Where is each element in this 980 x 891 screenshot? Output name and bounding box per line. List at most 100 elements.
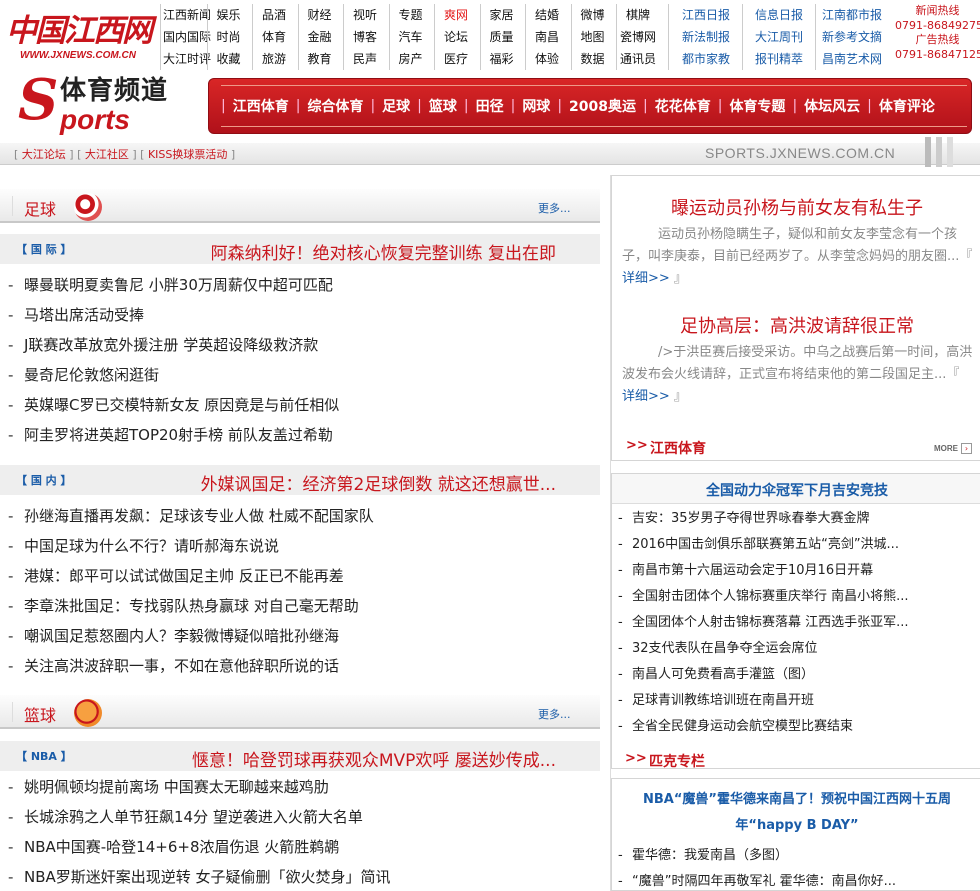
newspaper-link[interactable]: 江西日报 (671, 8, 741, 22)
newspaper-link[interactable]: 新法制报 (671, 30, 741, 44)
news-link[interactable]: NBA中国赛-哈登14+6+8浓眉伤退 火箭胜鹈鹕 (24, 838, 339, 856)
news-link[interactable]: 吉安：35岁男子夺得世界咏春拳大赛金牌 (632, 511, 870, 526)
domestic-football-headline[interactable]: 外媒讽国足：经济第2足球倒数 就这还想赢世... (201, 470, 556, 495)
nav-link[interactable]: 体验 (527, 52, 567, 66)
nav-link[interactable]: 教育 (300, 52, 340, 66)
nav-link[interactable]: 娱乐 (209, 8, 249, 22)
nav-link[interactable]: 品酒 (254, 8, 294, 22)
news-link[interactable]: 霍华德：我爱南昌（多图） (632, 848, 788, 863)
news-link[interactable]: 曝曼联明夏卖鲁尼 小胖30万周薪仅中超可匹配 (24, 276, 333, 294)
jiangxi-sports-more[interactable]: MORE (934, 444, 958, 453)
channel-menu-item[interactable]: 田径 (469, 96, 511, 116)
news-link[interactable]: 全国射击团体个人锦标赛重庆举行 南昌小将熊... (632, 589, 909, 604)
nav-link[interactable]: 微博 (573, 8, 613, 22)
news-link[interactable]: 南昌市第十六届运动会定于10月16日开幕 (632, 563, 873, 578)
nav-link[interactable]: 收藏 (209, 52, 249, 66)
jiangxi-sports-title[interactable]: 江西体育 (650, 438, 706, 458)
nav-link[interactable]: 体育 (254, 30, 294, 44)
peak-column-title[interactable]: 匹克专栏 (649, 751, 705, 771)
feature-story-2-title[interactable]: 足协高层：高洪波请辞很正常 (612, 312, 980, 338)
feature-story-2-detail-link[interactable]: 详细>> (622, 389, 670, 404)
nav-link[interactable]: 质量 (482, 30, 522, 44)
intl-tag[interactable]: 【 国 际 】 (16, 241, 72, 257)
nav-link[interactable]: 瓷博网 (618, 30, 658, 44)
news-link[interactable]: “魔兽”时隔四年再敬军礼 霍华德：南昌你好... (632, 874, 896, 889)
nav-link[interactable]: 福彩 (482, 52, 522, 66)
news-link[interactable]: NBA罗斯迷奸案出现逆转 女子疑偷删「欲火焚身」简讯 (24, 868, 391, 886)
football-section-title[interactable]: 足球 (24, 196, 56, 220)
newspaper-link[interactable]: 江南都市报 (817, 8, 887, 22)
nav-link[interactable]: 棋牌 (618, 8, 658, 22)
news-link[interactable]: 嘲讽国足惹怒圈内人？李毅微博疑似暗批孙继海 (24, 627, 339, 645)
nav-link[interactable]: 地图 (573, 30, 613, 44)
nav-link[interactable]: 国内国际 (163, 30, 211, 44)
sports-channel-logo[interactable]: S 体育频道 ports (18, 70, 198, 138)
nav-link[interactable]: 金融 (300, 30, 340, 44)
news-link[interactable]: J联赛改革放宽外援注册 学英超设降级救济款 (24, 336, 318, 354)
channel-menu-item[interactable]: 综合体育 (300, 96, 370, 116)
link-dajiang-forum[interactable]: 大江论坛 (22, 148, 66, 161)
news-link[interactable]: 港媒：郎平可以试试做国足主帅 反正已不能再差 (24, 567, 344, 585)
jiangxi-sports-lead[interactable]: 全国动力伞冠军下月吉安竞技 (612, 480, 980, 500)
news-link[interactable]: 南昌人可免费看高手灌篮（图） (632, 667, 814, 682)
nav-link[interactable]: 大江时评 (163, 52, 211, 66)
feature-story-1-detail-link[interactable]: 详细>> (622, 271, 670, 286)
news-link[interactable]: 马塔出席活动受捧 (24, 306, 144, 324)
feature-story-1-title[interactable]: 曝运动员孙杨与前女友有私生子 (612, 194, 980, 220)
news-link[interactable]: 姚明佩顿均提前离场 中国赛太无聊越来越鸡肋 (24, 778, 329, 796)
nav-link[interactable]: 医疗 (436, 52, 476, 66)
news-link[interactable]: 阿圭罗将进英超TOP20射手榜 前队友盖过希勒 (24, 426, 333, 444)
nav-link[interactable]: 民声 (345, 52, 385, 66)
nav-link[interactable]: 数据 (573, 52, 613, 66)
nav-link[interactable]: 视听 (345, 8, 385, 22)
nav-link[interactable]: 南昌 (527, 30, 567, 44)
nav-link[interactable]: 通讯员 (618, 52, 658, 66)
nav-link[interactable]: 爽网 (436, 8, 476, 22)
newspaper-link[interactable]: 大江周刊 (744, 30, 814, 44)
news-link[interactable]: 英媒曝C罗已交模特新女友 原因竟是与前任相似 (24, 396, 339, 414)
basketball-section-title[interactable]: 篮球 (24, 702, 56, 726)
channel-menu-item[interactable]: 2008奥运 (562, 96, 643, 116)
nav-link[interactable]: 时尚 (209, 30, 249, 44)
nav-link[interactable]: 江西新闻 (163, 8, 211, 22)
nav-link[interactable]: 房产 (391, 52, 431, 66)
nav-link[interactable]: 论坛 (436, 30, 476, 44)
nav-link[interactable]: 旅游 (254, 52, 294, 66)
newspaper-link[interactable]: 报刊精萃 (744, 52, 814, 66)
nav-link[interactable]: 财经 (300, 8, 340, 22)
channel-menu-item[interactable]: 足球 (375, 96, 417, 116)
news-link[interactable]: 李章洙批国足：专找弱队热身赢球 对自己毫无帮助 (24, 597, 359, 615)
channel-menu-item[interactable]: 花花体育 (648, 96, 718, 116)
nav-link[interactable]: 汽车 (391, 30, 431, 44)
nav-link[interactable]: 家居 (482, 8, 522, 22)
channel-menu-item[interactable]: 篮球 (422, 96, 464, 116)
nav-link[interactable]: 专题 (391, 8, 431, 22)
newspaper-link[interactable]: 新参考文摘 (817, 30, 887, 44)
news-link[interactable]: 2016中国击剑俱乐部联赛第五站“亮剑”洪城... (632, 537, 899, 552)
site-logo[interactable]: 中国江西网 WWW.JXNEWS.COM.CN (6, 5, 156, 63)
channel-menu-item[interactable]: 江西体育 (226, 96, 296, 116)
nba-headline[interactable]: 惬意！哈登罚球再获观众MVP欢呼 屡送妙传成... (192, 746, 556, 771)
channel-menu-item[interactable]: 网球 (515, 96, 557, 116)
news-link[interactable]: 关注高洪波辞职一事，不如在意他辞职所说的话 (24, 657, 339, 675)
nba-tag[interactable]: 【 NBA 】 (16, 748, 72, 764)
news-link[interactable]: 全省全民健身运动会航空模型比赛结束 (632, 719, 853, 734)
news-link[interactable]: 足球青训教练培训班在南昌开班 (632, 693, 814, 708)
newspaper-link[interactable]: 信息日报 (744, 8, 814, 22)
link-kiss-tickets[interactable]: KISS换球票活动 (148, 148, 227, 161)
domestic-tag[interactable]: 【 国 内 】 (16, 472, 72, 488)
link-dajiang-community[interactable]: 大江社区 (85, 148, 129, 161)
news-link[interactable]: 32支代表队在昌争夺全运会席位 (632, 641, 818, 656)
nav-link[interactable]: 博客 (345, 30, 385, 44)
newspaper-link[interactable]: 昌南艺术网 (817, 52, 887, 66)
intl-football-headline[interactable]: 阿森纳利好！绝对核心恢复完整训练 复出在即 (211, 239, 556, 264)
channel-menu-item[interactable]: 体坛风云 (797, 96, 867, 116)
news-link[interactable]: 全国团体个人射击锦标赛落幕 江西选手张亚军... (632, 615, 909, 630)
basketball-more-link[interactable]: 更多... (538, 706, 571, 722)
peak-column-lead[interactable]: NBA“魔兽”霍华德来南昌了！预祝中国江西网十五周年“happy B DAY” (612, 787, 980, 839)
more-arrow-icon[interactable]: › (961, 443, 972, 454)
football-more-link[interactable]: 更多... (538, 200, 571, 216)
channel-menu-item[interactable]: 体育专题 (722, 96, 792, 116)
channel-menu-item[interactable]: 体育评论 (872, 96, 942, 116)
news-link[interactable]: 长城涂鸦之人单节狂飙14分 望逆袭进入火箭大名单 (24, 808, 363, 826)
